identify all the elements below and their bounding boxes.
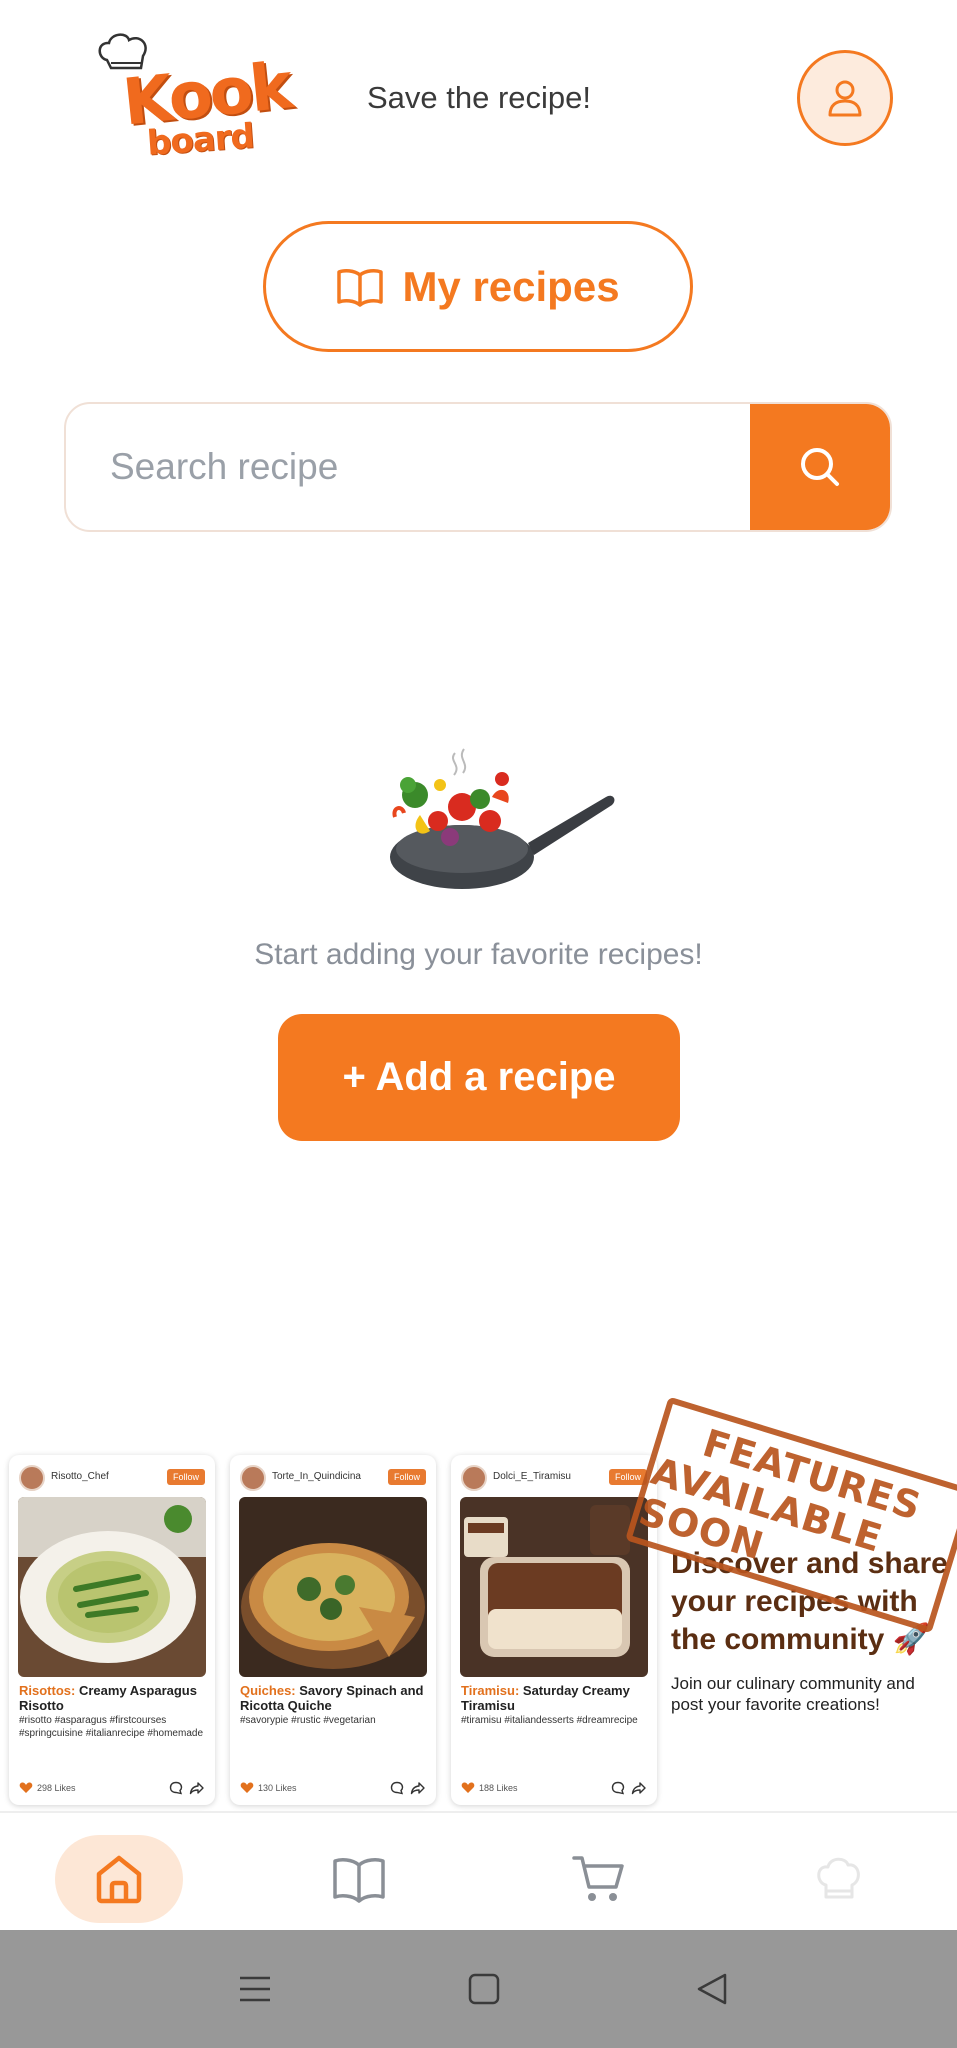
search-button[interactable] [750, 404, 890, 530]
nav-cart[interactable] [535, 1835, 663, 1923]
share-icon [631, 1782, 646, 1795]
heart-icon [19, 1782, 33, 1793]
recipe-photo [460, 1497, 648, 1677]
card-hashtags: #risotto #asparagus #firstcourses #sprin… [19, 1715, 203, 1739]
card-header: Dolci_E_Tiramisu Follow [451, 1455, 657, 1495]
bottom-navigation [0, 1813, 957, 1930]
book-icon [337, 268, 384, 307]
home-square-icon [468, 1973, 500, 2005]
card-username: Torte_In_Quindicina [272, 1471, 361, 1482]
card-likes: 188 Likes [479, 1783, 518, 1793]
discover-subtitle: Join our culinary community and post you… [671, 1674, 915, 1714]
follow-button: Follow [166, 1469, 205, 1485]
empty-state-message: Start adding your favorite recipes! [254, 938, 703, 971]
nav-community[interactable] [774, 1835, 902, 1923]
system-navigation-bar [0, 1930, 957, 2048]
header-tagline: Save the recipe! [367, 80, 592, 115]
profile-button[interactable] [797, 50, 893, 146]
system-home-button[interactable] [462, 1967, 506, 2011]
recipe-photo [18, 1497, 206, 1677]
my-recipes-button[interactable]: My recipes [263, 221, 693, 352]
nav-my-recipes[interactable] [295, 1835, 423, 1923]
chef-hat-icon [817, 1857, 860, 1899]
community-promo: Risotto_Chef Follow Risottos: Creamy Asp… [0, 1396, 957, 1810]
avatar [240, 1465, 266, 1491]
logo-text-board: board [145, 116, 256, 164]
kookboard-logo: Kook board [95, 30, 293, 164]
search-input[interactable] [66, 404, 756, 530]
my-recipes-label: My recipes [402, 262, 620, 310]
card-category: Tiramisu: [461, 1683, 520, 1698]
card-header: Risotto_Chef Follow [9, 1455, 215, 1495]
share-icon [189, 1782, 204, 1795]
card-footer: 130 Likes [240, 1779, 426, 1797]
card-title: Quiches: Savory Spinach and Ricotta Quic… [240, 1683, 430, 1713]
home-icon [96, 1855, 142, 1904]
card-category: Risottos: [19, 1683, 76, 1698]
add-recipe-button[interactable]: + Add a recipe [278, 1014, 680, 1141]
card-hashtags: #tiramisu #italiandesserts #dreamrecipe [461, 1715, 638, 1726]
card-footer: 188 Likes [461, 1779, 647, 1797]
recipe-photo [239, 1497, 427, 1677]
card-hashtags: #savorypie #rustic #vegetarian [240, 1715, 376, 1726]
card-title: Tiramisu: Saturday Creamy Tiramisu [461, 1683, 651, 1713]
heart-icon [461, 1782, 475, 1793]
follow-button: Follow [387, 1469, 426, 1485]
comment-icon [169, 1781, 183, 1795]
avatar [19, 1465, 45, 1491]
card-username: Risotto_Chef [51, 1471, 109, 1482]
nav-home[interactable] [55, 1835, 183, 1923]
cart-icon [572, 1856, 624, 1901]
share-icon [410, 1782, 425, 1795]
card-title: Risottos: Creamy Asparagus Risotto [19, 1683, 209, 1713]
card-header: Torte_In_Quindicina Follow [230, 1455, 436, 1495]
back-icon [697, 1973, 727, 2005]
card-category: Quiches: [240, 1683, 296, 1698]
community-card: Dolci_E_Tiramisu Follow Tiramisu: Saturd… [451, 1455, 657, 1805]
user-icon [828, 80, 862, 117]
system-back-button[interactable] [690, 1967, 734, 2011]
card-likes: 130 Likes [258, 1783, 297, 1793]
card-likes: 298 Likes [37, 1783, 76, 1793]
menu-icon [240, 1976, 270, 2002]
search-bar [64, 402, 892, 532]
comment-icon [390, 1781, 404, 1795]
community-card: Risotto_Chef Follow Risottos: Creamy Asp… [9, 1455, 215, 1805]
system-menu-button[interactable] [233, 1967, 277, 2011]
community-card: Torte_In_Quindicina Follow Quiches: Savo… [230, 1455, 436, 1805]
search-icon [801, 448, 839, 486]
book-icon [333, 1858, 385, 1903]
card-username: Dolci_E_Tiramisu [493, 1471, 571, 1482]
card-footer: 298 Likes [19, 1779, 205, 1797]
app-header: Kook board Save the recipe! [0, 0, 957, 200]
comment-icon [611, 1781, 625, 1795]
frying-pan-illustration [390, 748, 615, 889]
avatar [461, 1465, 487, 1491]
heart-icon [240, 1782, 254, 1793]
